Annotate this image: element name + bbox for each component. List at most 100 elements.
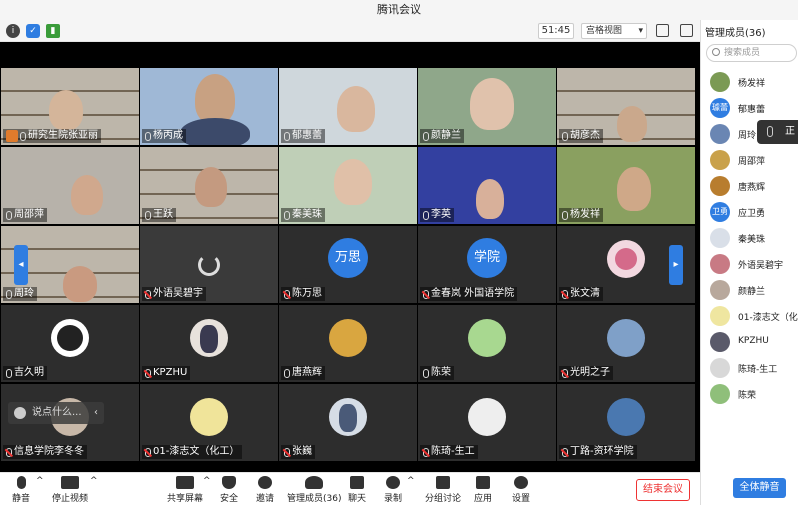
member-list-item[interactable]: 01-漆志文（化工 (701, 304, 798, 329)
tile-label: 李英 (420, 208, 454, 222)
tile-label: 杨丙成 (142, 129, 186, 143)
avatar (710, 150, 730, 170)
video-tile[interactable]: 胡彦杰 (557, 68, 695, 145)
chevron-up-icon[interactable]: ^ (203, 476, 211, 486)
member-list-item[interactable]: 外语吴碧宇 (701, 252, 798, 277)
prev-page-button[interactable]: ◂ (14, 245, 28, 285)
grid-view-dropdown[interactable]: 宫格视图 ▾ (581, 23, 647, 39)
mic-icon (562, 210, 568, 220)
avatar (51, 319, 89, 357)
member-list-item[interactable]: 周邵萍 (701, 148, 798, 173)
chevron-up-icon[interactable]: ^ (36, 476, 44, 486)
apps-icon (476, 476, 490, 489)
stop-video-button[interactable]: 停止视频 (52, 476, 88, 504)
video-tile[interactable]: 陈荣 (418, 305, 556, 382)
member-search-input[interactable]: 搜索成员 (706, 44, 797, 62)
participant-video (49, 90, 83, 130)
members-icon (305, 476, 324, 489)
video-tile[interactable]: 杨丙成 (140, 68, 278, 145)
video-tile[interactable]: 张巍 (279, 384, 417, 461)
member-list-item[interactable]: 唐燕辉 (701, 174, 798, 199)
member-name: 周玲 (738, 131, 757, 141)
member-name: 郁惠蕾 (738, 105, 766, 115)
avatar: 卫勇 (710, 202, 730, 222)
video-tile[interactable]: 光明之子 (557, 305, 695, 382)
shield-icon (222, 476, 236, 489)
avatar (710, 358, 730, 378)
settings-button[interactable]: 设置 (512, 476, 530, 504)
member-list-item[interactable]: 陈荣 (701, 382, 798, 407)
fullscreen-icon[interactable] (656, 24, 669, 37)
emoji-icon[interactable] (14, 407, 26, 419)
mic-muted-icon (423, 447, 429, 457)
participant-video (195, 167, 227, 207)
chevron-left-icon[interactable]: ‹ (94, 402, 98, 424)
participant-video (195, 74, 235, 124)
manage-members-button[interactable]: 管理成员(36) (287, 476, 341, 504)
chat-button[interactable]: 聊天 (348, 476, 366, 504)
video-tile[interactable]: 学院 金春岚 外国语学院 (418, 226, 556, 303)
mute-button[interactable]: 静音 (12, 476, 30, 504)
video-tile[interactable]: 丁路-资环学院 (557, 384, 695, 461)
camera-icon (61, 476, 79, 489)
mute-all-button[interactable]: 全体静音 (733, 478, 786, 498)
video-tile[interactable]: KPZHU (140, 305, 278, 382)
member-list-item[interactable]: 秦美珠 (701, 226, 798, 251)
avatar (710, 124, 730, 144)
video-tile[interactable]: 颜静兰 (418, 68, 556, 145)
member-list-item[interactable]: 卫勇 应卫勇 (701, 200, 798, 225)
chevron-up-icon[interactable]: ^ (407, 476, 415, 486)
invite-button[interactable]: 邀请 (256, 476, 274, 504)
video-tile[interactable]: 吉久明 (1, 305, 139, 382)
video-tile[interactable]: 万思 陈万思 (279, 226, 417, 303)
chat-input[interactable]: 说点什么... ‹ (8, 402, 104, 424)
speaking-indicator[interactable]: 正 (757, 120, 798, 144)
member-list-item[interactable]: 璩蕾 郁惠蕾 (701, 96, 798, 121)
mic-muted-icon (6, 447, 12, 457)
avatar: 璩蕾 (710, 98, 730, 118)
grid-view-label: 宫格视图 (586, 26, 623, 36)
member-name: 陈荣 (738, 391, 757, 401)
video-tile[interactable]: 秦美珠 (279, 147, 417, 224)
video-tile[interactable]: 外语吴碧宇 (140, 226, 278, 303)
end-meeting-button[interactable]: 结束会议 (636, 479, 690, 501)
breakout-button[interactable]: 分组讨论 (425, 476, 461, 504)
avatar (329, 398, 367, 436)
member-name: 01-漆志文（化工 (738, 313, 798, 323)
video-tile[interactable]: 01-漆志文（化工） (140, 384, 278, 461)
signal-icon[interactable]: ▮ (46, 24, 60, 38)
member-list-item[interactable]: KPZHU (701, 330, 798, 355)
video-tile[interactable]: 陈琦-生工 (418, 384, 556, 461)
video-tile[interactable]: 郁惠蕾 (279, 68, 417, 145)
video-tile[interactable]: 李英 (418, 147, 556, 224)
member-list-item[interactable]: 颜静兰 (701, 278, 798, 303)
video-tile[interactable]: 王跃 (140, 147, 278, 224)
mic-icon (20, 131, 26, 141)
tile-label: 金春岚 外国语学院 (420, 287, 518, 301)
tile-label: 张文清 (559, 287, 603, 301)
member-list-item[interactable]: 杨发祥 (701, 70, 798, 95)
mic-muted-icon (562, 447, 568, 457)
breakout-icon (436, 476, 450, 489)
security-button[interactable]: 安全 (220, 476, 238, 504)
apps-button[interactable]: 应用 (474, 476, 492, 504)
mic-icon (423, 210, 429, 220)
video-tile[interactable]: 周邵萍 (1, 147, 139, 224)
video-tile[interactable]: 杨发祥 (557, 147, 695, 224)
info-icon[interactable]: i (6, 24, 20, 38)
meeting-topbar: i ✓ ▮ 51:45 宫格视图 ▾ (0, 20, 700, 42)
share-screen-icon (176, 476, 194, 489)
video-tile[interactable]: 研究生院张亚丽 (1, 68, 139, 145)
member-list-item[interactable]: 陈琦-生工 (701, 356, 798, 381)
video-tile[interactable]: 唐燕辉 (279, 305, 417, 382)
record-button[interactable]: 录制 (384, 476, 402, 504)
participant-video (617, 167, 651, 211)
member-name: KPZHU (738, 336, 769, 346)
share-screen-button[interactable]: 共享屏幕 (167, 476, 203, 504)
chevron-up-icon[interactable]: ^ (90, 476, 98, 486)
tile-label: 王跃 (142, 208, 176, 222)
shield-icon[interactable]: ✓ (26, 24, 40, 38)
next-page-button[interactable]: ▸ (669, 245, 683, 285)
sidebar-toggle-icon[interactable] (680, 24, 693, 37)
tile-label: 陈琦-生工 (420, 445, 478, 459)
